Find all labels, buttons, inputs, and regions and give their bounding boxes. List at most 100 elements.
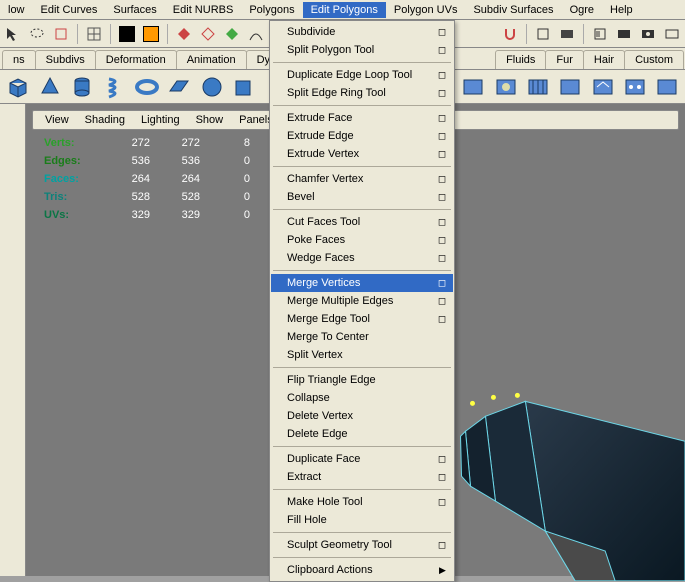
- tool-snap-grid-icon[interactable]: [83, 23, 105, 45]
- option-box-icon[interactable]: ◻: [435, 296, 449, 307]
- tab-animation[interactable]: Animation: [176, 50, 247, 69]
- shelf-custom2-icon[interactable]: [490, 72, 521, 102]
- tool-lasso-icon[interactable]: [26, 23, 48, 45]
- color-swatch-bg[interactable]: [116, 23, 138, 45]
- option-box-icon[interactable]: ◻: [435, 454, 449, 465]
- menu-item-bevel[interactable]: Bevel◻: [271, 188, 453, 206]
- menu-item-poke-faces[interactable]: Poke Faces◻: [271, 231, 453, 249]
- menu-item-fill-hole[interactable]: Fill Hole: [271, 511, 453, 529]
- option-box-icon[interactable]: ◻: [435, 217, 449, 228]
- shelf-custom6-icon[interactable]: [619, 72, 650, 102]
- panel-menu-show[interactable]: Show: [188, 113, 232, 127]
- shelf-prism-icon[interactable]: [34, 72, 65, 102]
- tool-film1-icon[interactable]: [613, 23, 635, 45]
- tool-select-icon[interactable]: [2, 23, 24, 45]
- option-box-icon[interactable]: ◻: [435, 131, 449, 142]
- tool-diamond3-icon[interactable]: [221, 23, 243, 45]
- menu-item-flip-triangle-edge[interactable]: Flip Triangle Edge: [271, 371, 453, 389]
- menu-item-split-polygon-tool[interactable]: Split Polygon Tool◻: [271, 41, 453, 59]
- option-box-icon[interactable]: ◻: [435, 174, 449, 185]
- shelf-custom4-icon[interactable]: [555, 72, 586, 102]
- menu-item-wedge-faces[interactable]: Wedge Faces◻: [271, 249, 453, 267]
- menu-item-subdivide[interactable]: Subdivide◻: [271, 23, 453, 41]
- menu-item-merge-edge-tool[interactable]: Merge Edge Tool◻: [271, 310, 453, 328]
- menu-item-merge-multiple-edges[interactable]: Merge Multiple Edges◻: [271, 292, 453, 310]
- menu-item-split-edge-ring-tool[interactable]: Split Edge Ring Tool◻: [271, 84, 453, 102]
- option-box-icon[interactable]: ◻: [435, 540, 449, 551]
- menu-item-extrude-face[interactable]: Extrude Face◻: [271, 109, 453, 127]
- menu-edit-nurbs[interactable]: Edit NURBS: [165, 2, 242, 18]
- option-box-icon[interactable]: ◻: [435, 113, 449, 124]
- option-box-icon[interactable]: ◻: [435, 235, 449, 246]
- shelf-plane-icon[interactable]: [164, 72, 195, 102]
- shelf-cylinder-icon[interactable]: [67, 72, 98, 102]
- menu-item-cut-faces-tool[interactable]: Cut Faces Tool◻: [271, 213, 453, 231]
- tab-deformation[interactable]: Deformation: [95, 50, 177, 69]
- option-box-icon[interactable]: ◻: [435, 472, 449, 483]
- menu-item-sculpt-geometry-tool[interactable]: Sculpt Geometry Tool◻: [271, 536, 453, 554]
- menu-item-collapse[interactable]: Collapse: [271, 389, 453, 407]
- menu-item-extrude-edge[interactable]: Extrude Edge◻: [271, 127, 453, 145]
- tab-fur[interactable]: Fur: [545, 50, 584, 69]
- option-box-icon[interactable]: ◻: [435, 27, 449, 38]
- menu-item-duplicate-edge-loop-tool[interactable]: Duplicate Edge Loop Tool◻: [271, 66, 453, 84]
- option-box-icon[interactable]: ◻: [435, 192, 449, 203]
- menu-subdiv-surfaces[interactable]: Subdiv Surfaces: [465, 2, 561, 18]
- menu-item-delete-vertex[interactable]: Delete Vertex: [271, 407, 453, 425]
- menu-item-merge-vertices[interactable]: Merge Vertices◻: [271, 274, 453, 292]
- color-swatch-fg[interactable]: [140, 23, 162, 45]
- tool-ipr-icon[interactable]: [532, 23, 554, 45]
- tool-render-icon[interactable]: [556, 23, 578, 45]
- menu-edit-polygons[interactable]: Edit Polygons: [303, 2, 386, 18]
- shelf-custom3-icon[interactable]: [522, 72, 553, 102]
- option-box-icon[interactable]: ◻: [435, 278, 449, 289]
- menu-help[interactable]: Help: [602, 2, 641, 18]
- shelf-cube2-icon[interactable]: [228, 72, 259, 102]
- option-box-icon[interactable]: ◻: [435, 314, 449, 325]
- menu-item-split-vertex[interactable]: Split Vertex: [271, 346, 453, 364]
- shelf-cube-icon[interactable]: [2, 72, 33, 102]
- menu-item-extract[interactable]: Extract◻: [271, 468, 453, 486]
- tool-diamond2-icon[interactable]: [197, 23, 219, 45]
- tool-film3-icon[interactable]: [661, 23, 683, 45]
- menu-item-merge-to-center[interactable]: Merge To Center: [271, 328, 453, 346]
- shelf-torus-icon[interactable]: [131, 72, 162, 102]
- option-box-icon[interactable]: ◻: [435, 497, 449, 508]
- shelf-helix-icon[interactable]: [99, 72, 130, 102]
- option-box-icon[interactable]: ◻: [435, 45, 449, 56]
- menu-item-clipboard-actions[interactable]: Clipboard Actions▶: [271, 561, 453, 579]
- tab-fluids[interactable]: Fluids: [495, 50, 546, 69]
- tool-magnet-icon[interactable]: [499, 23, 521, 45]
- menu-polygon-uvs[interactable]: Polygon UVs: [386, 2, 466, 18]
- tool-paint-icon[interactable]: [50, 23, 72, 45]
- menu-item-delete-edge[interactable]: Delete Edge: [271, 425, 453, 443]
- panel-menu-lighting[interactable]: Lighting: [133, 113, 188, 127]
- tab-custom[interactable]: Custom: [624, 50, 684, 69]
- option-box-icon[interactable]: ◻: [435, 88, 449, 99]
- panel-menu-shading[interactable]: Shading: [77, 113, 133, 127]
- menu-low[interactable]: low: [0, 2, 33, 18]
- tool-diamond1-icon[interactable]: [173, 23, 195, 45]
- menu-surfaces[interactable]: Surfaces: [105, 2, 164, 18]
- tab-ns[interactable]: ns: [2, 50, 36, 69]
- option-box-icon[interactable]: ◻: [435, 149, 449, 160]
- menu-edit-curves[interactable]: Edit Curves: [33, 2, 106, 18]
- tool-film2-icon[interactable]: [637, 23, 659, 45]
- shelf-custom5-icon[interactable]: [587, 72, 618, 102]
- menu-item-extrude-vertex[interactable]: Extrude Vertex◻: [271, 145, 453, 163]
- tool-playblast-icon[interactable]: [589, 23, 611, 45]
- menu-item-duplicate-face[interactable]: Duplicate Face◻: [271, 450, 453, 468]
- menu-polygons[interactable]: Polygons: [241, 2, 302, 18]
- shelf-custom7-icon[interactable]: [652, 72, 683, 102]
- panel-menu-view[interactable]: View: [37, 113, 77, 127]
- shelf-custom1-icon[interactable]: [458, 72, 489, 102]
- menu-item-chamfer-vertex[interactable]: Chamfer Vertex◻: [271, 170, 453, 188]
- option-box-icon[interactable]: ◻: [435, 253, 449, 264]
- shelf-sphere-icon[interactable]: [196, 72, 227, 102]
- menu-item-make-hole-tool[interactable]: Make Hole Tool◻: [271, 493, 453, 511]
- tab-subdivs[interactable]: Subdivs: [35, 50, 96, 69]
- tool-curve-icon[interactable]: [245, 23, 267, 45]
- menu-ogre[interactable]: Ogre: [562, 2, 602, 18]
- option-box-icon[interactable]: ◻: [435, 70, 449, 81]
- tab-hair[interactable]: Hair: [583, 50, 625, 69]
